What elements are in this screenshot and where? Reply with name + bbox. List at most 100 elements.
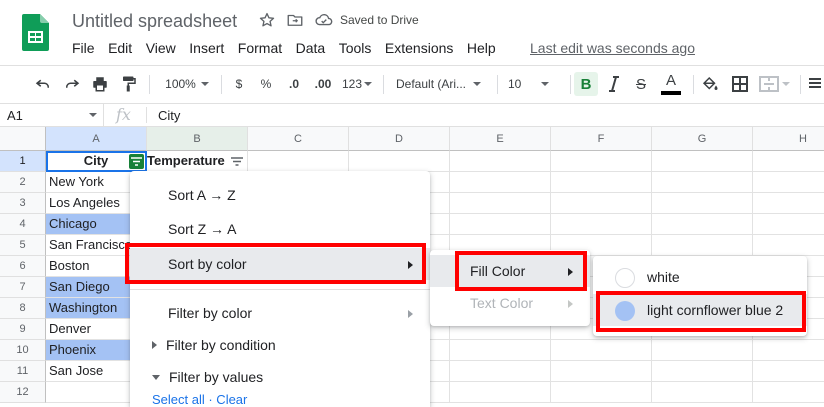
font-size-select[interactable]: 10 <box>508 74 564 94</box>
strikethrough-button[interactable]: S <box>633 74 649 94</box>
cell-empty[interactable] <box>551 382 652 403</box>
row-header-12[interactable]: 12 <box>0 382 46 403</box>
color-option-white[interactable]: white <box>593 261 807 293</box>
redo-icon[interactable] <box>62 74 82 94</box>
currency-format-button[interactable]: $ <box>231 74 247 94</box>
undo-icon[interactable] <box>33 74 53 94</box>
cell-empty[interactable] <box>652 151 753 172</box>
cell-empty[interactable] <box>753 235 824 256</box>
column-header-c[interactable]: C <box>248 127 349 151</box>
menu-insert[interactable]: Insert <box>189 40 224 56</box>
sheets-logo[interactable] <box>22 14 49 51</box>
cell-empty[interactable] <box>753 214 824 235</box>
cell-empty[interactable] <box>248 151 349 172</box>
column-header-e[interactable]: E <box>450 127 551 151</box>
print-icon[interactable] <box>90 74 110 94</box>
row-header-10[interactable]: 10 <box>0 340 46 361</box>
fill-color-icon[interactable] <box>700 74 720 94</box>
align-icon[interactable] <box>808 74 822 94</box>
row-header-11[interactable]: 11 <box>0 361 46 382</box>
cell-empty[interactable] <box>551 361 652 382</box>
menu-format[interactable]: Format <box>238 40 282 56</box>
italic-button[interactable] <box>607 74 621 94</box>
cell-empty[interactable] <box>753 382 824 403</box>
text-color-item[interactable]: Text Color <box>430 287 590 319</box>
menu-tools[interactable]: Tools <box>339 40 372 56</box>
cell-empty[interactable] <box>551 193 652 214</box>
filter-icon[interactable] <box>229 154 244 169</box>
zoom-select[interactable]: 100% <box>161 74 213 94</box>
filter-by-color-item[interactable]: Filter by color <box>130 297 430 329</box>
text-color-button[interactable]: A <box>660 71 682 97</box>
cell-empty[interactable] <box>652 214 753 235</box>
paint-format-icon[interactable] <box>119 74 139 94</box>
cell-empty[interactable] <box>753 193 824 214</box>
star-icon[interactable] <box>258 11 276 29</box>
cloud-saved-icon[interactable] <box>314 11 334 29</box>
formula-input[interactable]: City <box>158 108 180 123</box>
row-header-2[interactable]: 2 <box>0 172 46 193</box>
name-box[interactable]: A1 <box>0 104 104 126</box>
cell-empty[interactable] <box>652 382 753 403</box>
filter-by-condition-item[interactable]: Filter by condition <box>130 329 430 361</box>
filter-active-icon[interactable] <box>129 154 144 169</box>
cell-empty[interactable] <box>551 214 652 235</box>
cell-empty[interactable] <box>652 361 753 382</box>
row-header-9[interactable]: 9 <box>0 319 46 340</box>
row-header-8[interactable]: 8 <box>0 298 46 319</box>
select-all-corner[interactable] <box>0 127 46 151</box>
cell-empty[interactable] <box>551 340 652 361</box>
select-all-clear-links[interactable]: Select all · Clear <box>130 393 430 407</box>
column-header-b[interactable]: B <box>147 127 248 151</box>
borders-icon[interactable] <box>730 74 750 94</box>
merge-cells-icon[interactable] <box>758 74 790 94</box>
document-title[interactable]: Untitled spreadsheet <box>72 11 237 32</box>
menu-extensions[interactable]: Extensions <box>385 40 453 56</box>
row-header-5[interactable]: 5 <box>0 235 46 256</box>
sort-z-a-item[interactable]: Sort Z → A <box>130 213 430 245</box>
cell-empty[interactable] <box>753 172 824 193</box>
row-header-1[interactable]: 1 <box>0 151 46 172</box>
row-header-7[interactable]: 7 <box>0 277 46 298</box>
cell-empty[interactable] <box>450 361 551 382</box>
cell-empty[interactable] <box>652 235 753 256</box>
column-header-g[interactable]: G <box>652 127 753 151</box>
cell-empty[interactable] <box>450 151 551 172</box>
menu-view[interactable]: View <box>146 40 176 56</box>
increase-decimal-button[interactable]: .00 <box>311 74 335 94</box>
row-header-3[interactable]: 3 <box>0 193 46 214</box>
cell-empty[interactable] <box>753 151 824 172</box>
cell-empty[interactable] <box>450 172 551 193</box>
font-family-select[interactable]: Default (Ari... <box>396 74 488 94</box>
cell-empty[interactable] <box>652 340 753 361</box>
menu-edit[interactable]: Edit <box>108 40 132 56</box>
cell-empty[interactable] <box>450 340 551 361</box>
cell-empty[interactable] <box>652 193 753 214</box>
column-header-f[interactable]: F <box>551 127 652 151</box>
last-edit-link[interactable]: Last edit was seconds ago <box>530 40 695 56</box>
row-header-6[interactable]: 6 <box>0 256 46 277</box>
bold-button[interactable]: B <box>574 72 598 96</box>
cell-empty[interactable] <box>450 193 551 214</box>
column-header-h[interactable]: H <box>753 127 824 151</box>
percent-format-button[interactable]: % <box>258 74 274 94</box>
column-header-d[interactable]: D <box>349 127 450 151</box>
menu-file[interactable]: File <box>72 40 95 56</box>
sort-a-z-item[interactable]: Sort A → Z <box>130 179 430 211</box>
cell-empty[interactable] <box>551 151 652 172</box>
column-header-a[interactable]: A <box>46 127 147 151</box>
cell-empty[interactable] <box>551 172 652 193</box>
cell-empty[interactable] <box>450 214 551 235</box>
decrease-decimal-button[interactable]: .0 <box>283 74 305 94</box>
cell-empty[interactable] <box>450 382 551 403</box>
cell-empty[interactable] <box>652 172 753 193</box>
cell-empty[interactable] <box>349 151 450 172</box>
menu-help[interactable]: Help <box>467 40 496 56</box>
more-formats-select[interactable]: 123 <box>340 74 374 94</box>
move-folder-icon[interactable] <box>286 11 304 29</box>
cell-empty[interactable] <box>753 340 824 361</box>
row-header-4[interactable]: 4 <box>0 214 46 235</box>
menu-data[interactable]: Data <box>296 40 326 56</box>
cell-empty[interactable] <box>753 361 824 382</box>
filter-by-values-item[interactable]: Filter by values <box>130 361 430 393</box>
